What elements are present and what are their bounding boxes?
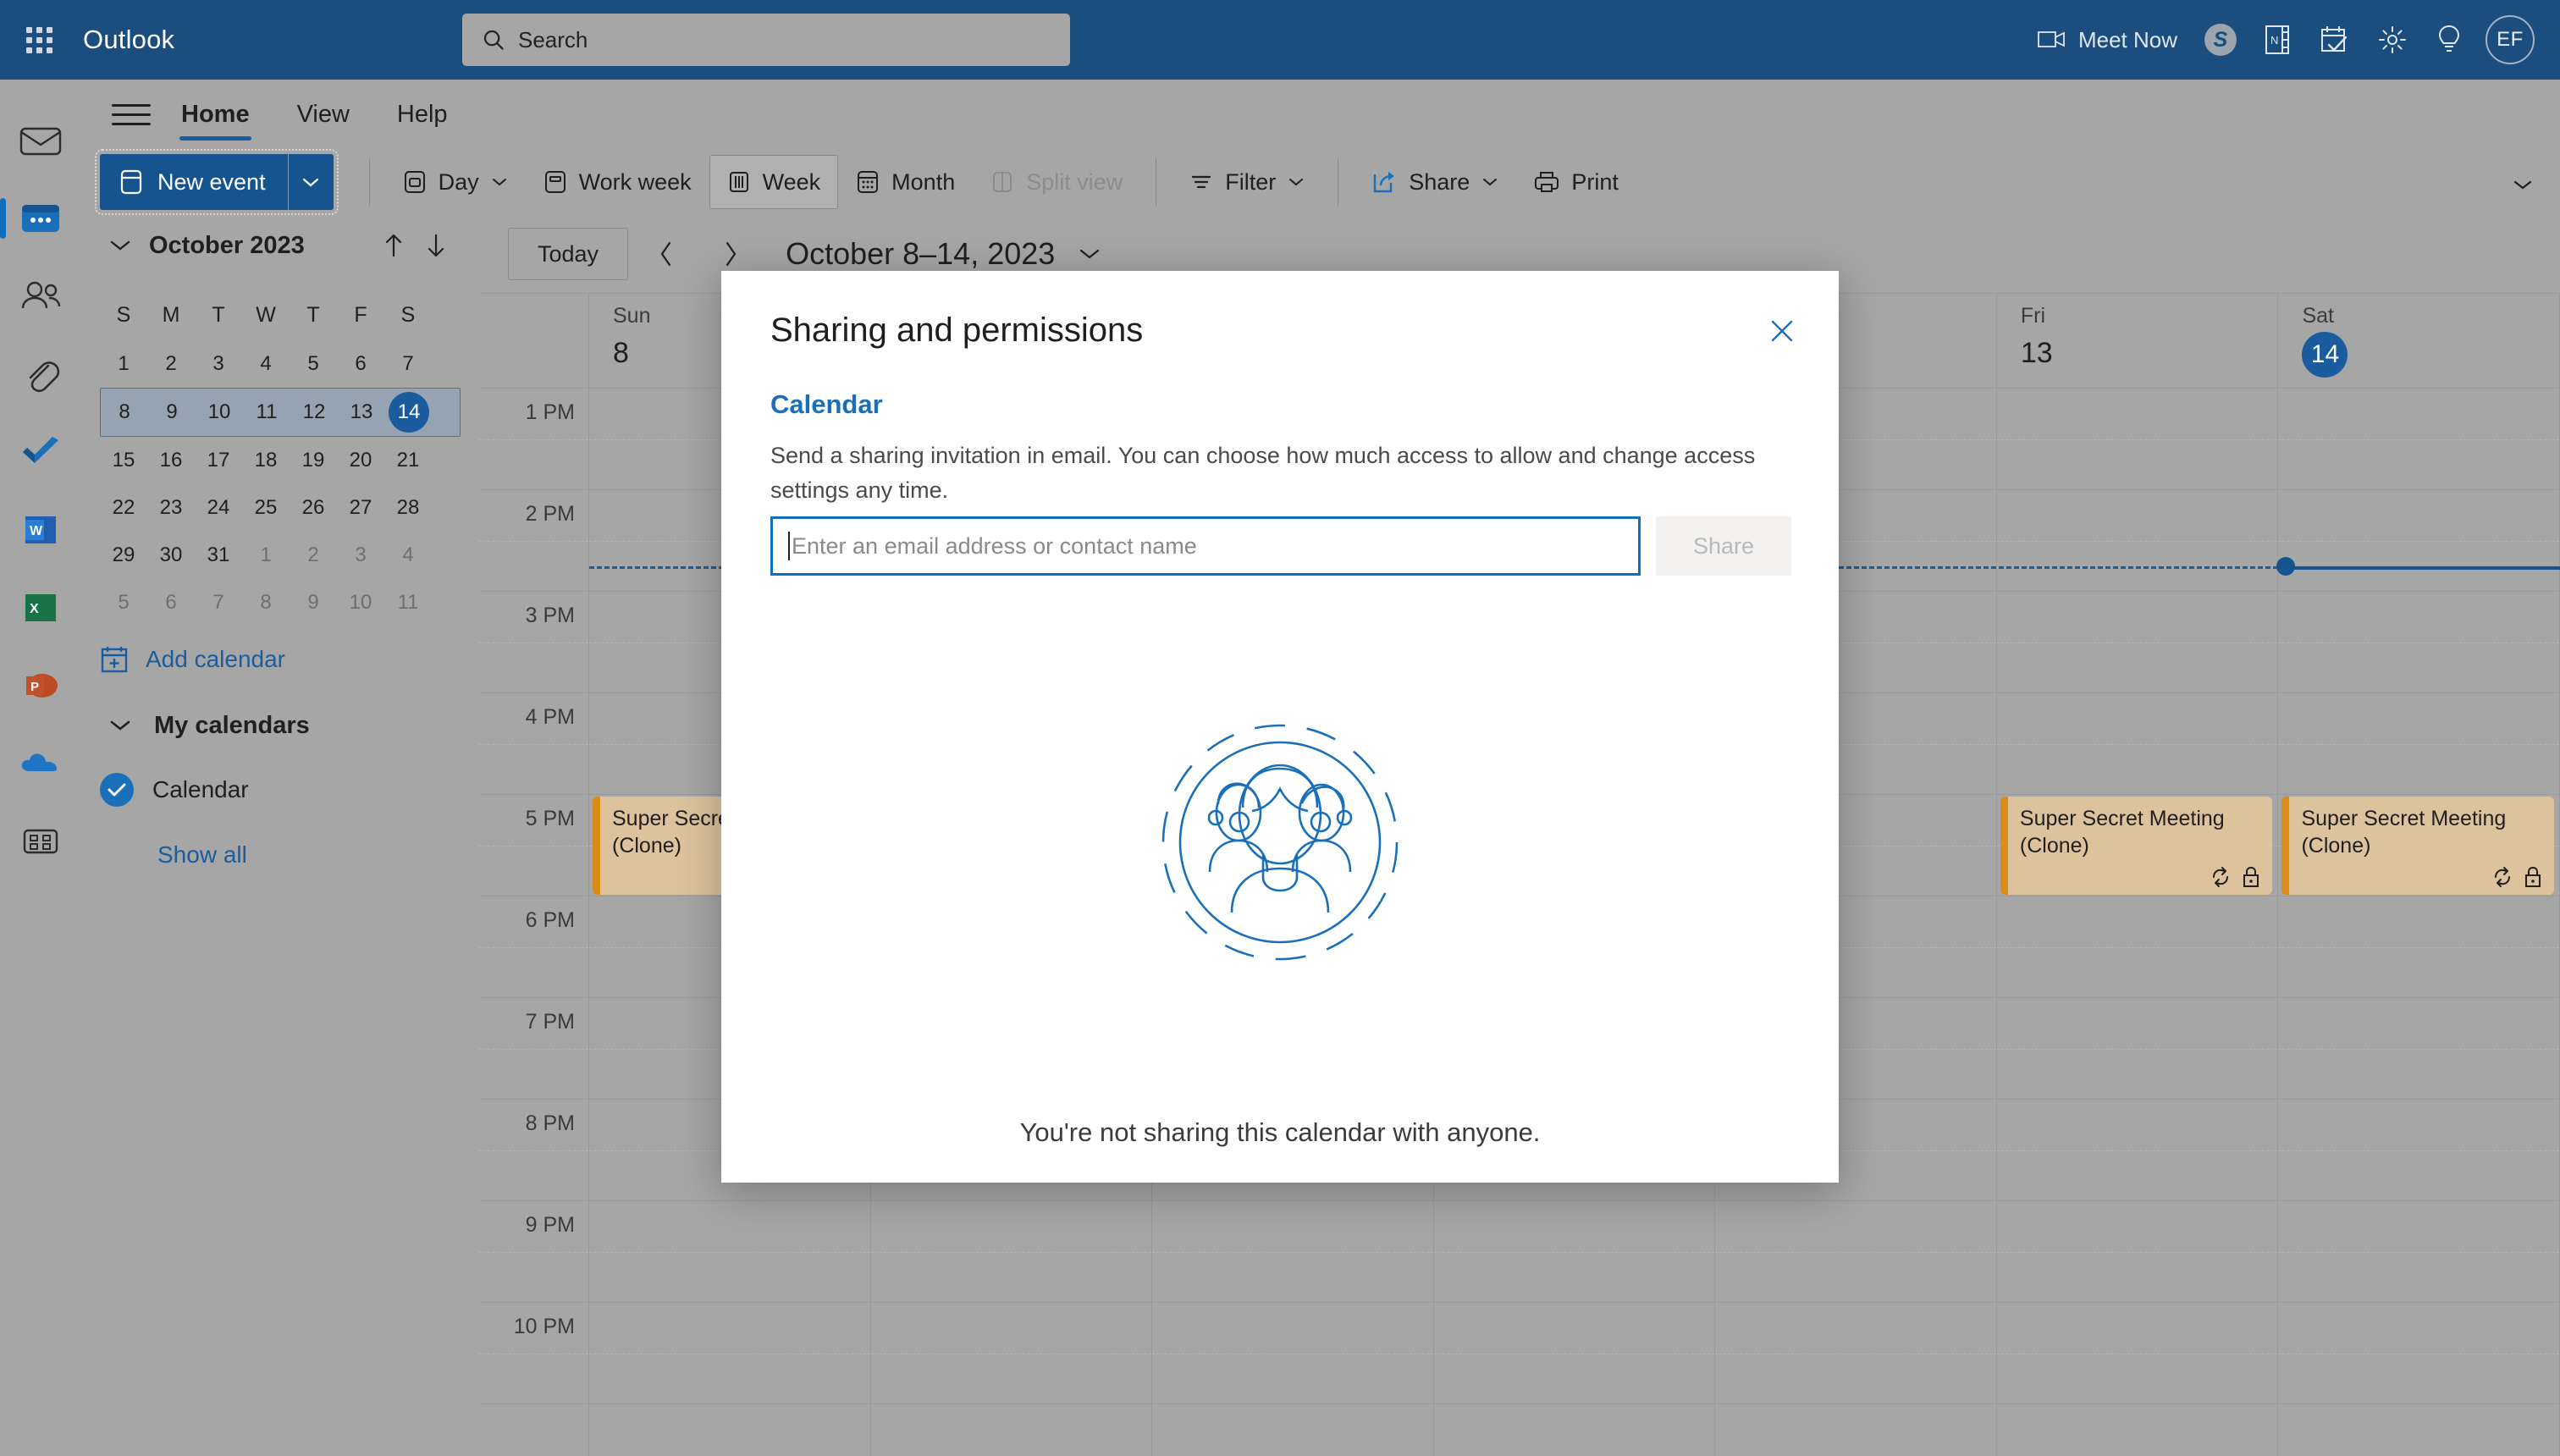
dialog-close-button[interactable] (1759, 308, 1805, 354)
sharing-permissions-dialog: Sharing and permissions Calendar Send a … (721, 271, 1839, 1183)
people-circle-illustration (1157, 720, 1403, 969)
text-caret (788, 532, 790, 560)
share-submit-button: Share (1656, 516, 1791, 576)
share-invite-row: Enter an email address or contact name S… (770, 516, 1791, 576)
share-recipient-placeholder: Enter an email address or contact name (792, 532, 1197, 559)
close-icon (1771, 320, 1793, 342)
share-recipient-input[interactable]: Enter an email address or contact name (770, 516, 1641, 576)
dialog-calendar-name: Calendar (770, 389, 883, 419)
dialog-description: Send a sharing invitation in email. You … (770, 443, 1756, 504)
dialog-title: Sharing and permissions (770, 312, 1144, 349)
empty-state-message: You're not sharing this calendar with an… (1019, 1117, 1541, 1147)
outlook-calendar-app: Outlook Search Meet Now S N EF W X P Hom… (0, 0, 2560, 1456)
